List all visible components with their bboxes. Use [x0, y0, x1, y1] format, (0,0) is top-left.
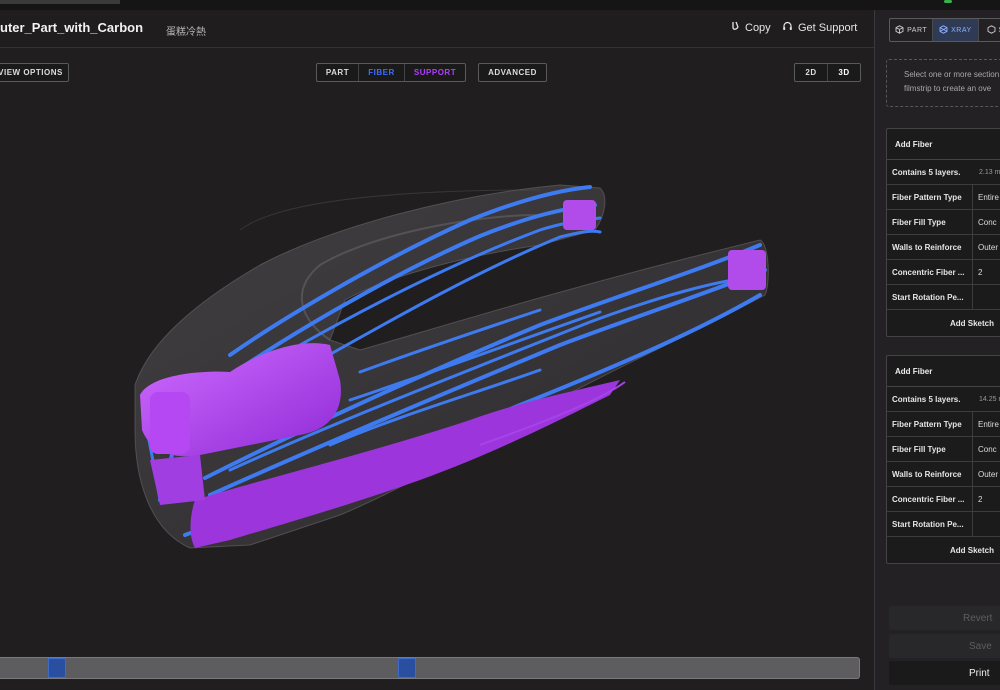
add-sketch-button[interactable]: Add Sketch	[887, 310, 1000, 336]
view-2d-button[interactable]: 2D	[795, 64, 828, 81]
fiber-setting-row[interactable]: Walls to Reinforce Outer	[887, 235, 1000, 260]
cube-icon	[895, 24, 904, 36]
view-options-button[interactable]: VIEW OPTIONS	[0, 63, 69, 82]
setting-value[interactable]: Conc	[973, 437, 1000, 461]
display-mode-switcher: PART FIBER SUPPORT	[316, 63, 466, 82]
fiber-setting-row[interactable]: Fiber Pattern Type Entire	[887, 412, 1000, 437]
fiber-summary-row: Contains 5 layers. 2.13 m	[887, 160, 1000, 185]
setting-label: Concentric Fiber ...	[887, 260, 973, 284]
summary-value: 2.13 m	[979, 168, 1000, 176]
fiber-setting-row[interactable]: Walls to Reinforce Outer	[887, 462, 1000, 487]
setting-value[interactable]: 2	[973, 487, 1000, 511]
setting-value[interactable]: 2	[973, 260, 1000, 284]
header-bar: uter_Part_with_Carbon 蛋糕冷熱 Copy Get Supp…	[0, 10, 874, 48]
part-title[interactable]: uter_Part_with_Carbon	[0, 20, 143, 35]
fiber-setting-row[interactable]: Fiber Fill Type Conc	[887, 210, 1000, 235]
setting-value[interactable]	[973, 512, 1000, 536]
material-label: 蛋糕冷熱	[166, 27, 206, 38]
right-panel: PART XRAY S Select one or more section f…	[874, 10, 1000, 690]
mode-support[interactable]: SUPPORT	[405, 64, 465, 81]
fiber-setting-row[interactable]: Start Rotation Pe...	[887, 285, 1000, 310]
setting-value[interactable]: Entire	[973, 412, 1000, 436]
add-fiber-button[interactable]: Add Fiber	[887, 356, 1000, 387]
fiber-setting-row[interactable]: Concentric Fiber ... 2	[887, 487, 1000, 512]
setting-label: Fiber Pattern Type	[887, 412, 973, 436]
summary-label: Contains 5 layers.	[892, 167, 961, 177]
print-button[interactable]: Print	[889, 661, 1000, 685]
get-support-label: Get Support	[798, 22, 858, 34]
summary-label: Contains 5 layers.	[892, 394, 961, 404]
mode-part[interactable]: PART	[317, 64, 359, 81]
view-3d-button[interactable]: 3D	[828, 64, 860, 81]
headset-icon	[782, 21, 793, 35]
copy-label: Copy	[745, 22, 771, 34]
part-xray-render[interactable]	[0, 49, 874, 690]
fiber-summary-row: Contains 5 layers. 14.25 m	[887, 387, 1000, 412]
summary-value: 14.25 m	[979, 395, 1000, 403]
layer-filmstrip[interactable]	[0, 657, 860, 679]
top-tab-indicator	[0, 0, 120, 4]
tab-part[interactable]: PART	[890, 19, 934, 41]
fiber-group-card: Add Fiber Contains 5 layers. 14.25 m Fib…	[886, 355, 1000, 564]
setting-value[interactable]: Conc	[973, 210, 1000, 234]
advanced-button[interactable]: ADVANCED	[478, 63, 547, 82]
fiber-setting-row[interactable]: Start Rotation Pe...	[887, 512, 1000, 537]
3d-viewport[interactable]: VIEW OPTIONS PART FIBER SUPPORT ADVANCED…	[0, 49, 874, 690]
fiber-setting-row[interactable]: Fiber Pattern Type Entire	[887, 185, 1000, 210]
setting-label: Start Rotation Pe...	[887, 512, 973, 536]
setting-value[interactable]: Outer	[973, 235, 1000, 259]
setting-label: Fiber Pattern Type	[887, 185, 973, 209]
dimension-switcher: 2D 3D	[794, 63, 861, 82]
layers-icon	[987, 24, 996, 36]
save-button[interactable]: Save	[889, 634, 1000, 658]
copy-button[interactable]: Copy	[730, 21, 771, 35]
setting-label: Concentric Fiber ...	[887, 487, 973, 511]
fiber-group-card: Add Fiber Contains 5 layers. 2.13 m Fibe…	[886, 128, 1000, 337]
setting-value[interactable]: Entire	[973, 185, 1000, 209]
setting-value[interactable]: Outer	[973, 462, 1000, 486]
fiber-setting-row[interactable]: Concentric Fiber ... 2	[887, 260, 1000, 285]
setting-label: Walls to Reinforce	[887, 462, 973, 486]
revert-button[interactable]: Revert	[889, 606, 1000, 630]
hint-line: filmstrip to create an ove	[904, 84, 992, 93]
tab-xray[interactable]: XRAY	[933, 19, 979, 41]
mode-fiber[interactable]: FIBER	[359, 64, 405, 81]
copy-icon	[730, 21, 740, 35]
get-support-button[interactable]: Get Support	[782, 21, 857, 35]
filmstrip-section-marker[interactable]	[398, 658, 416, 678]
hint-line: Select one or more section	[904, 70, 1000, 79]
add-sketch-button[interactable]: Add Sketch	[887, 537, 1000, 563]
xray-icon	[939, 24, 948, 36]
setting-label: Start Rotation Pe...	[887, 285, 973, 309]
selection-hint: Select one or more section filmstrip to …	[886, 59, 1000, 107]
setting-label: Fiber Fill Type	[887, 437, 973, 461]
setting-label: Fiber Fill Type	[887, 210, 973, 234]
add-fiber-button[interactable]: Add Fiber	[887, 129, 1000, 160]
filmstrip-section-marker[interactable]	[48, 658, 66, 678]
setting-label: Walls to Reinforce	[887, 235, 973, 259]
window-top-strip	[0, 0, 1000, 10]
setting-value[interactable]	[973, 285, 1000, 309]
view-tabs: PART XRAY S	[889, 18, 1000, 42]
status-indicator	[944, 0, 952, 3]
tab-s[interactable]: S	[979, 19, 1000, 41]
fiber-setting-row[interactable]: Fiber Fill Type Conc	[887, 437, 1000, 462]
